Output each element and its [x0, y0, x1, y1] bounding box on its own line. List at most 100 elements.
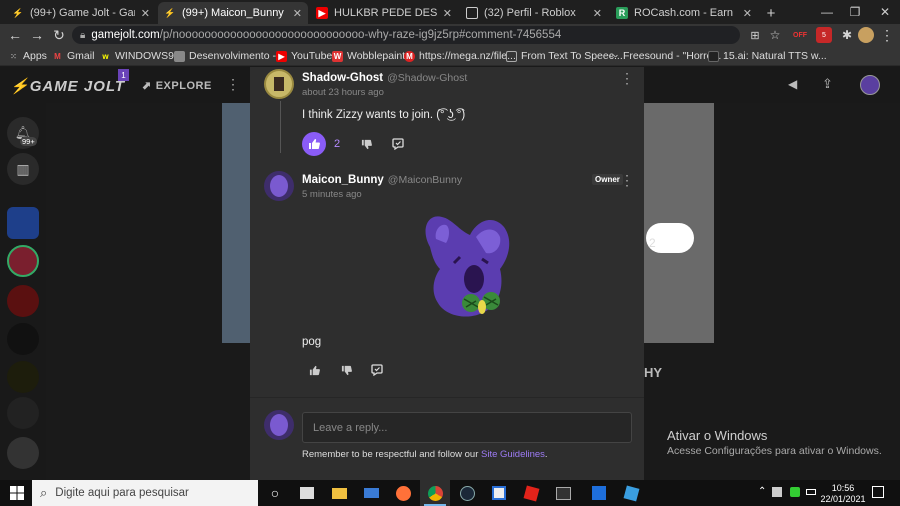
firefox-icon[interactable] — [388, 480, 418, 506]
sidebar-game-item[interactable] — [7, 397, 39, 429]
chrome-icon[interactable] — [420, 480, 450, 506]
upload-icon[interactable]: ⇪ — [822, 76, 833, 92]
gamejolt-favicon: ⚡ — [164, 7, 176, 18]
close-icon[interactable]: ✕ — [593, 7, 602, 20]
close-icon[interactable]: ✕ — [443, 7, 452, 20]
roblox-player-icon[interactable] — [616, 480, 646, 506]
bookmark-item[interactable]: W Wobblepaint — [332, 49, 405, 63]
sidebar-game-item[interactable] — [7, 245, 39, 277]
bookmark-label: 15.ai: Natural TTS w... — [723, 50, 827, 62]
star-icon[interactable]: ☆ — [764, 24, 786, 46]
comment-options-icon[interactable]: ⋮ — [620, 172, 634, 188]
browser-tab-active[interactable]: ⚡ (99+) Maicon_Bunny on Game Jo ✕ — [158, 2, 308, 24]
logo-text: GAME JOLT — [29, 78, 126, 95]
sidebar-game-item[interactable] — [7, 323, 39, 355]
window-close-icon[interactable]: ✕ — [870, 0, 900, 24]
comment-options-icon[interactable]: ⋮ — [620, 70, 634, 86]
new-tab-button[interactable]: + — [760, 2, 782, 24]
close-icon[interactable]: ✕ — [743, 7, 752, 20]
divider — [250, 397, 644, 398]
bookmark-item[interactable]: 〰 Freesound - "Horro... — [608, 49, 722, 63]
guidelines-period: . — [544, 449, 548, 460]
left-sidebar: 🔔︎ 99+ ▥ — [0, 103, 46, 480]
comment-image[interactable] — [416, 207, 520, 323]
browser-tab[interactable]: (32) Perfil - Roblox ✕ — [460, 2, 608, 24]
reply-button[interactable] — [388, 134, 408, 154]
taskbar-search-box[interactable]: ⌕ Digite aqui para pesquisar — [32, 480, 258, 506]
avatar[interactable] — [264, 171, 294, 201]
bookmark-item[interactable]: w WINDOWS93 — [100, 49, 179, 63]
close-icon[interactable]: ✕ — [293, 7, 302, 20]
steam-icon[interactable] — [452, 480, 482, 506]
file-explorer-icon[interactable] — [324, 480, 354, 506]
notifications-icon[interactable] — [872, 486, 884, 498]
comment-time[interactable]: about 23 hours ago — [302, 87, 384, 98]
owner-badge: Owner — [592, 174, 623, 185]
forward-arrow-icon[interactable]: → — [26, 24, 48, 46]
like-count[interactable]: 2 — [334, 138, 340, 150]
windows-taskbar: ⌕ Digite aqui para pesquisar ○ ⌃ 10:56 2… — [0, 480, 900, 506]
browser-tab[interactable]: ▶ HULKBR PEDE DESCULPAS PO ✕ — [310, 2, 458, 24]
roblox-app-icon[interactable] — [584, 480, 614, 506]
bookmark-item[interactable]: From Text To Speec... — [506, 49, 623, 63]
bookmark-item[interactable]: 15.ai: Natural TTS w... — [708, 49, 827, 63]
tray-battery-icon[interactable] — [806, 489, 816, 495]
like-button[interactable] — [302, 132, 326, 156]
puzzle-extensions-icon[interactable]: ✱ — [836, 24, 858, 46]
tray-chevron-icon[interactable]: ⌃ — [758, 486, 766, 497]
site-guidelines-link[interactable]: Site Guidelines — [481, 449, 545, 460]
thumbs-down-icon — [361, 139, 372, 149]
taskbar-clock[interactable]: 10:56 22/01/2021 — [818, 483, 868, 505]
bunny-sticker — [425, 216, 510, 317]
tray-app-icon[interactable] — [772, 487, 782, 497]
adblock-icon[interactable]: 5 — [816, 27, 832, 43]
close-icon[interactable]: ✕ — [141, 7, 150, 20]
author-handle: @Shadow-Ghost — [387, 72, 468, 84]
kebab-menu-icon[interactable]: ⋮ — [876, 24, 898, 46]
profile-avatar[interactable] — [858, 27, 874, 43]
reply-button[interactable] — [367, 360, 387, 380]
megaphone-icon[interactable]: ◀︎ — [788, 77, 797, 91]
restore-icon[interactable]: ❐ — [840, 0, 870, 24]
store-icon[interactable] — [292, 480, 322, 506]
like-button[interactable] — [304, 360, 324, 380]
paint-icon[interactable] — [484, 480, 514, 506]
library-icon[interactable]: ▥ — [7, 153, 39, 185]
reply-input[interactable] — [302, 412, 632, 443]
comment-time[interactable]: 5 minutes ago — [302, 189, 362, 200]
wobblepaint-icon: W — [332, 50, 343, 62]
more-menu-icon[interactable]: ⋮ — [226, 76, 240, 93]
browser-tab[interactable]: R ROCash.com - Earn R$ by Wat ✕ — [610, 2, 758, 24]
minimize-icon[interactable]: — — [812, 0, 842, 24]
sidebar-game-item[interactable] — [7, 437, 39, 469]
bookmark-item[interactable]: ▶ YouTube — [276, 49, 332, 63]
sidebar-game-item[interactable] — [7, 285, 39, 317]
dislike-button[interactable] — [336, 360, 356, 380]
explore-link[interactable]: ⬈ EXPLORE — [142, 79, 212, 92]
sidebar-game-item[interactable] — [7, 361, 39, 393]
back-arrow-icon[interactable]: ← — [4, 24, 26, 46]
bookmark-item[interactable]: M https://mega.nz/file... — [404, 49, 516, 63]
comment-author[interactable]: Maicon_Bunny @MaiconBunny — [302, 174, 462, 186]
mega-icon: M — [404, 50, 415, 62]
tray-network-icon[interactable] — [790, 487, 800, 497]
windows-start-icon[interactable] — [2, 480, 32, 506]
translate-icon[interactable]: ⊞ — [744, 24, 766, 46]
roblox-studio-icon[interactable] — [516, 480, 546, 506]
dislike-button[interactable] — [356, 134, 376, 154]
task-view-icon[interactable]: ○ — [260, 480, 290, 506]
mail-icon[interactable] — [356, 480, 386, 506]
gamejolt-logo[interactable]: ⚡GAME JOLT — [10, 77, 125, 95]
extension-off-icon[interactable]: OFF — [792, 27, 808, 43]
media-app-icon[interactable] — [548, 480, 578, 506]
address-bar[interactable]: 🔒︎ gamejolt.com/p/nooooooooooooooooooooo… — [72, 26, 740, 44]
bookmark-item[interactable]: ⁙ Apps — [8, 49, 47, 63]
comment-author[interactable]: Shadow-Ghost @Shadow-Ghost — [302, 72, 467, 84]
bookmark-item[interactable]: M Gmail — [52, 49, 94, 63]
avatar[interactable] — [264, 69, 294, 99]
reload-icon[interactable]: ↻ — [48, 24, 70, 46]
sidebar-game-item[interactable] — [7, 207, 39, 239]
bookmark-item[interactable]: Desenvolvimento -... — [174, 49, 285, 63]
user-avatar[interactable] — [860, 75, 880, 95]
browser-tab[interactable]: ⚡ (99+) Game Jolt - Games for the ✕ — [6, 2, 156, 24]
